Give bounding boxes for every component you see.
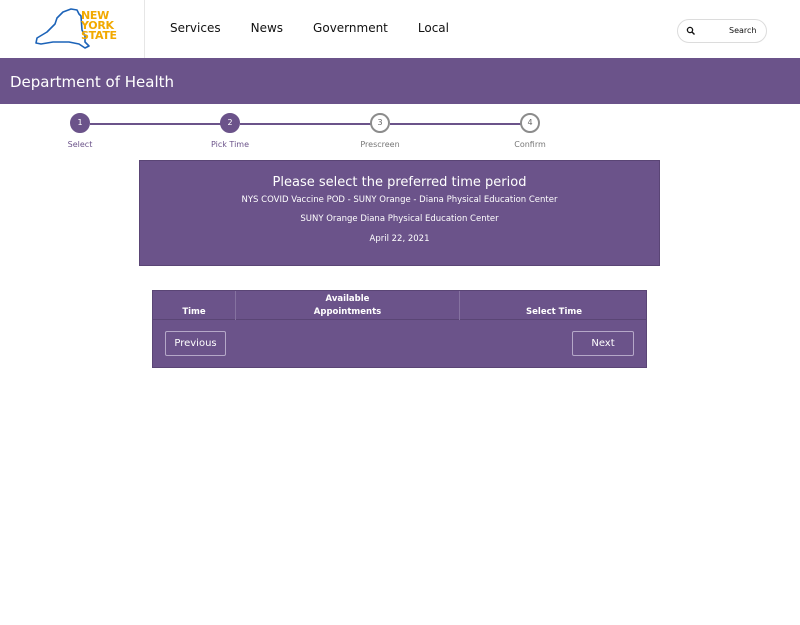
page-title: Department of Health: [10, 73, 175, 91]
step-1-label: Select: [67, 140, 93, 149]
column-header-time: Time: [153, 291, 236, 320]
site-header: NEW YORK STATE Services News Government …: [0, 0, 800, 58]
step-connector-1: [90, 123, 230, 125]
next-button[interactable]: Next: [572, 331, 634, 356]
step-3-label: Prescreen: [360, 140, 400, 149]
step-4-circle: 4: [520, 113, 540, 133]
column-header-time-label: Time: [182, 307, 206, 317]
nav-government[interactable]: Government: [313, 21, 388, 35]
column-header-select: Select Time: [460, 291, 648, 320]
logo-wordmark: NEW YORK STATE: [81, 10, 117, 42]
info-heading: Please select the preferred time period: [272, 175, 527, 190]
time-slot-table: Time Available Appointments Select Time …: [152, 290, 647, 368]
step-2-label: Pick Time: [210, 140, 250, 149]
search-label: Search: [729, 26, 757, 35]
column-header-available-line1: Available: [325, 294, 370, 304]
location-name: SUNY Orange Diana Physical Education Cen…: [300, 214, 499, 224]
previous-button[interactable]: Previous: [165, 331, 226, 356]
nys-logo[interactable]: NEW YORK STATE: [33, 6, 117, 52]
nav-news[interactable]: News: [251, 21, 283, 35]
search-box[interactable]: Search: [677, 19, 767, 43]
main-nav: Services News Government Local: [170, 21, 479, 35]
step-1-circle: 1: [70, 113, 90, 133]
header-divider: [144, 0, 145, 58]
table-header: Time Available Appointments Select Time: [153, 291, 646, 320]
step-2-circle: 2: [220, 113, 240, 133]
step-4-label: Confirm: [514, 140, 546, 149]
department-banner: Department of Health: [0, 58, 800, 104]
step-connector-3: [390, 123, 530, 125]
step-connector-2: [240, 123, 380, 125]
step-3-circle: 3: [370, 113, 390, 133]
site-name: NYS COVID Vaccine POD - SUNY Orange - Di…: [241, 195, 558, 205]
appointment-date: April 22, 2021: [369, 234, 430, 244]
progress-stepper: 1 2 3 4 Select Pick Time Prescreen Confi…: [0, 110, 800, 155]
column-header-available-line2: Appointments: [313, 307, 382, 317]
column-header-available: Available Appointments: [236, 291, 460, 320]
nav-services[interactable]: Services: [170, 21, 221, 35]
appointment-info-panel: Please select the preferred time period …: [139, 160, 660, 266]
logo-line-state: STATE: [81, 29, 117, 42]
nav-local[interactable]: Local: [418, 21, 449, 35]
column-header-select-label: Select Time: [526, 307, 582, 317]
search-icon: [686, 26, 695, 35]
